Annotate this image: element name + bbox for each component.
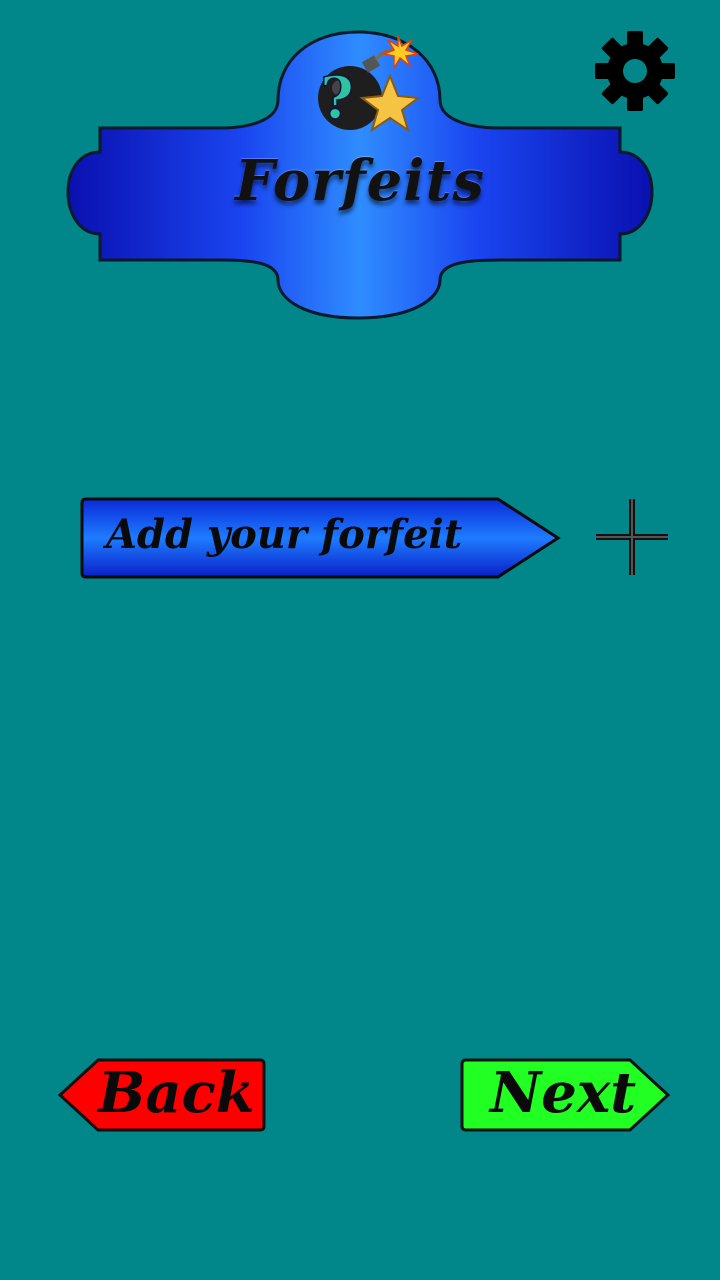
forfeits-screen: ? Forfeits Add your forfeit Back Next xyxy=(0,0,720,1280)
back-label: Back xyxy=(98,1060,255,1126)
plus-icon xyxy=(596,499,668,575)
add-forfeit-field[interactable]: Add your forfeit xyxy=(80,497,562,579)
gear-icon xyxy=(595,31,675,111)
page-title: Forfeits xyxy=(235,148,485,214)
settings-button[interactable] xyxy=(594,30,676,112)
add-forfeit-label: Add your forfeit xyxy=(106,511,463,558)
next-button[interactable]: Next xyxy=(460,1058,672,1132)
svg-text:?: ? xyxy=(320,64,354,132)
next-label: Next xyxy=(490,1060,637,1126)
add-forfeit-button[interactable] xyxy=(592,497,672,577)
back-button[interactable]: Back xyxy=(56,1058,268,1132)
